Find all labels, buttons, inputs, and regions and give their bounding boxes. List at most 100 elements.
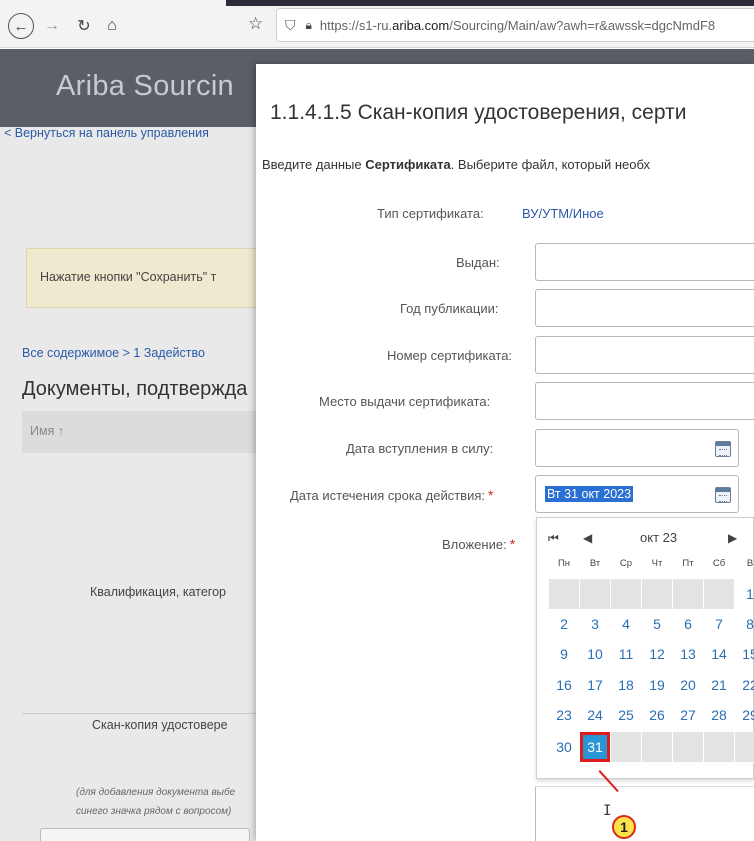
forward-arrow-icon[interactable]: → — [40, 14, 64, 38]
calendar-day[interactable]: 21 — [704, 670, 734, 700]
calendar-day[interactable]: 30 — [549, 732, 579, 762]
calendar-day[interactable]: 3 — [580, 609, 610, 639]
calendar-day[interactable]: 18 — [611, 670, 641, 700]
url-prefix: https://s1-ru. — [319, 17, 393, 33]
required-marker: * — [488, 487, 494, 503]
calendar-empty-cell — [611, 732, 642, 763]
calendar-day[interactable]: 1 — [735, 579, 754, 609]
desc-text-bold: Сертификата — [365, 157, 451, 172]
calendar-empty-cell — [673, 732, 704, 763]
calendar-empty-cell — [673, 579, 704, 610]
attachment-label: Вложение: * — [442, 536, 515, 552]
reload-icon[interactable]: ↻ — [72, 14, 96, 38]
background-button[interactable] — [40, 828, 250, 841]
desc-text-1: Введите данные — [262, 157, 366, 172]
calendar-empty-cell — [642, 732, 673, 763]
expiry-date-label: Дата истечения срока действия: * — [290, 487, 493, 503]
calendar-day[interactable]: 12 — [642, 639, 672, 669]
weekday-label: В — [746, 558, 754, 569]
calendar-icon[interactable] — [715, 487, 731, 503]
calendar-day[interactable]: 20 — [673, 670, 703, 700]
browser-toolbar: ← → ↻ ⌂ ☆ ⛉ 🔒︎ https://s1-ru.ariba.com/S… — [0, 0, 754, 48]
first-month-icon[interactable]: ⏮ — [548, 531, 559, 546]
home-icon[interactable]: ⌂ — [100, 14, 124, 38]
calendar-month-label: окт 23 — [640, 530, 678, 545]
calendar-day[interactable]: 28 — [704, 700, 734, 730]
calendar-day[interactable]: 22 — [735, 670, 754, 700]
row-divider — [22, 713, 262, 714]
weekday-label: Пн — [557, 558, 571, 569]
weekday-label: Вт — [589, 558, 601, 569]
expiry-date-value[interactable]: Вт 31 окт 2023 — [545, 486, 634, 502]
calendar-day[interactable]: 23 — [549, 700, 579, 730]
cert-type-value[interactable]: ВУ/УТМ/Иное — [522, 206, 604, 221]
issued-input[interactable] — [535, 243, 754, 281]
text-cursor-icon: I — [603, 803, 612, 819]
calendar-day[interactable]: 14 — [704, 639, 734, 669]
weekday-label: Пт — [682, 558, 694, 569]
calendar-day[interactable]: 25 — [611, 700, 641, 730]
next-month-icon[interactable]: ▶ — [728, 531, 737, 545]
calendar-day[interactable]: 6 — [673, 609, 703, 639]
year-input[interactable] — [535, 289, 754, 327]
weekday-label: Ср — [619, 558, 633, 569]
column-name-header[interactable]: Имя ↑ — [30, 424, 64, 438]
calendar-day[interactable]: 15 — [735, 639, 754, 669]
calendar-icon[interactable] — [715, 441, 731, 457]
back-arrow-icon[interactable]: ← — [8, 13, 34, 39]
back-to-dashboard-link[interactable]: < Вернуться на панель управления — [4, 126, 209, 140]
calendar-day[interactable]: 27 — [673, 700, 703, 730]
url-domain: ariba.com — [392, 17, 450, 33]
calendar-day[interactable]: 10 — [580, 639, 610, 669]
calendar-day[interactable]: 24 — [580, 700, 610, 730]
address-bar[interactable]: ⛉ 🔒︎ https://s1-ru.ariba.com/Sourcing/Ma… — [276, 8, 754, 42]
desc-text-2: . Выберите файл, который необх — [450, 157, 651, 172]
calendar-day-selected[interactable]: 31 — [580, 732, 610, 762]
callout-badge: 1 — [612, 815, 636, 839]
calendar-day[interactable]: 26 — [642, 700, 672, 730]
dialog-description: Введите данные Сертификата. Выберите фай… — [262, 157, 650, 172]
calendar-day[interactable]: 11 — [611, 639, 641, 669]
calendar-empty-cell — [611, 579, 642, 610]
calendar-empty-cell — [580, 579, 611, 610]
prev-month-icon[interactable]: ◀ — [583, 531, 592, 545]
place-label: Место выдачи сертификата: — [319, 394, 491, 409]
calendar-day[interactable]: 7 — [704, 609, 734, 639]
page-heading: Документы, подтвержда — [22, 378, 248, 400]
weekday-label: Сб — [712, 558, 726, 569]
calendar-empty-cell — [704, 579, 735, 610]
lock-icon[interactable]: 🔒︎ — [306, 18, 312, 33]
calendar-day[interactable]: 16 — [549, 670, 579, 700]
calendar-day[interactable]: 19 — [642, 670, 672, 700]
calendar-day[interactable]: 29 — [735, 700, 754, 730]
breadcrumb[interactable]: Все содержимое > 1 Задейство — [22, 346, 205, 360]
calendar-day[interactable]: 9 — [549, 639, 579, 669]
calendar-empty-cell — [642, 579, 673, 610]
url-text[interactable]: https://s1-ru.ariba.com/Sourcing/Main/aw… — [320, 18, 715, 33]
calendar-day[interactable]: 17 — [580, 670, 610, 700]
place-input[interactable] — [535, 382, 754, 420]
calendar-day[interactable]: 8 — [735, 609, 754, 639]
dialog-title: 1.1.4.1.5 Скан-копия удостоверения, серт… — [270, 101, 687, 124]
attachment-area[interactable] — [535, 786, 754, 841]
year-label: Год публикации: — [400, 301, 499, 316]
titlebar-strip — [226, 0, 754, 6]
attachment-label-text: Вложение: — [442, 537, 507, 552]
notice-text: Нажатие кнопки "Сохранить" т — [40, 270, 217, 284]
certificate-number-input[interactable] — [535, 336, 754, 374]
required-marker: * — [509, 536, 516, 552]
bookmark-star-icon[interactable]: ☆ — [248, 14, 263, 34]
scan-copy-row-label: Скан-копия удостовере — [92, 718, 228, 732]
scan-note-line-1: (для добавления документа выбе — [76, 787, 236, 798]
app-title: Ariba Sourcin — [56, 70, 234, 102]
expiry-label-text: Дата истечения срока действия: — [290, 488, 485, 503]
calendar-day[interactable]: 5 — [642, 609, 672, 639]
issued-label: Выдан: — [456, 255, 500, 270]
shield-icon[interactable]: ⛉ — [285, 17, 296, 34]
calendar-day[interactable]: 13 — [673, 639, 703, 669]
number-label: Номер сертификата: — [387, 348, 513, 363]
calendar-day[interactable]: 2 — [549, 609, 579, 639]
url-suffix: /Sourcing/Main/aw?awh=r&awssk=dgcNmdF8 — [449, 17, 716, 33]
effective-date-input[interactable] — [535, 429, 739, 467]
calendar-day[interactable]: 4 — [611, 609, 641, 639]
